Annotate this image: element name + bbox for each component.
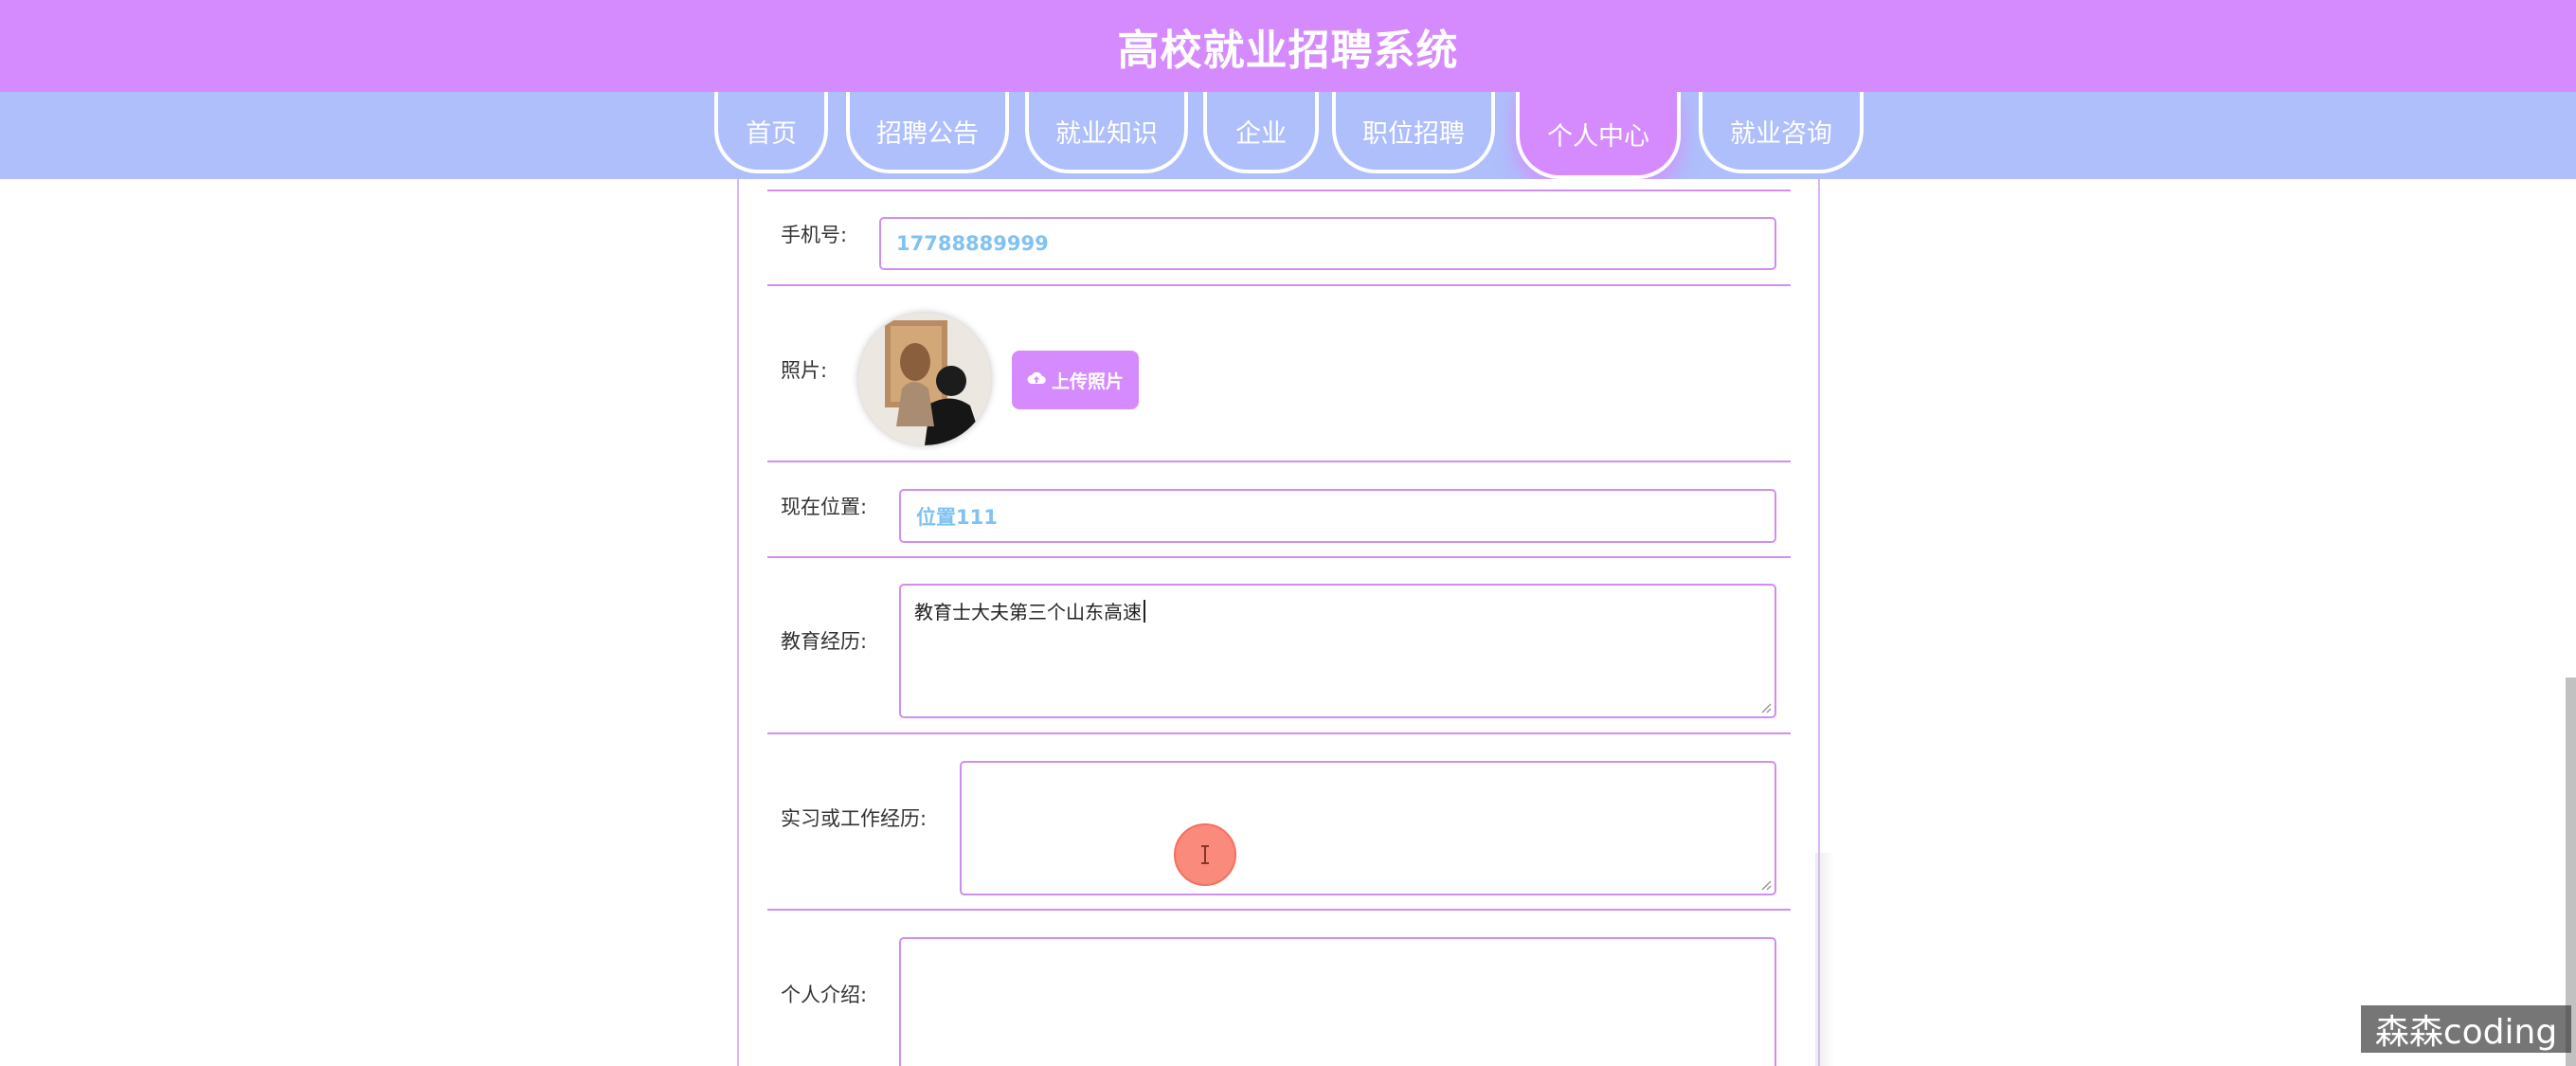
photo-label: 照片: — [781, 359, 828, 382]
location-label: 现在位置: — [781, 496, 868, 518]
divider — [767, 284, 1791, 286]
upload-photo-label: 上传照片 — [1051, 370, 1124, 392]
main-nav: 首页 招聘公告 就业知识 企业 职位招聘 个人中心 就业咨询 — [0, 92, 2576, 179]
text-cursor-icon — [1201, 845, 1209, 864]
watermark-text: 森森coding — [2374, 1013, 2558, 1052]
watermark: 森森coding — [2361, 1005, 2571, 1053]
education-textarea[interactable]: 教育士大夫第三个山东高速 — [899, 584, 1776, 718]
nav-tab-label: 职位招聘 — [1362, 118, 1465, 149]
nav-tab-announcements[interactable]: 招聘公告 — [846, 92, 1009, 173]
nav-tab-jobs[interactable]: 职位招聘 — [1332, 92, 1495, 173]
profile-form: 手机号: 17788889999 照片: 上传照片 现在位置: 位置111 教育… — [737, 179, 1820, 1066]
cursor-highlight — [1174, 823, 1236, 886]
divider — [767, 461, 1791, 462]
site-title: 高校就业招聘系统 — [1117, 26, 1459, 75]
education-value: 教育士大夫第三个山东高速 — [914, 601, 1142, 623]
phone-value: 17788889999 — [896, 232, 1049, 255]
nav-tab-personal-center[interactable]: 个人中心 — [1516, 92, 1681, 179]
text-caret — [1144, 599, 1145, 623]
location-input[interactable]: 位置111 — [899, 489, 1776, 543]
education-text: 教育士大夫第三个山东高速 — [914, 597, 1145, 624]
cloud-upload-icon — [1027, 370, 1046, 390]
nav-tab-home[interactable]: 首页 — [714, 92, 828, 173]
intro-label: 个人介绍: — [781, 984, 868, 1006]
divider — [767, 556, 1791, 558]
upload-photo-button[interactable]: 上传照片 — [1012, 351, 1139, 409]
nav-tab-knowledge[interactable]: 就业知识 — [1025, 92, 1188, 173]
nav-tab-enterprise[interactable]: 企业 — [1203, 92, 1319, 173]
divider — [767, 732, 1791, 734]
divider — [767, 190, 1791, 191]
site-header: 高校就业招聘系统 — [0, 0, 2576, 92]
panel-shadow — [1815, 853, 1834, 1066]
phone-label: 手机号: — [781, 224, 848, 246]
phone-input[interactable]: 17788889999 — [879, 217, 1776, 270]
avatar-photo — [858, 313, 991, 445]
nav-tab-label: 首页 — [746, 118, 797, 149]
nav-tab-label: 企业 — [1235, 118, 1287, 149]
resize-handle-icon[interactable] — [1758, 700, 1772, 714]
nav-tab-label: 个人中心 — [1547, 121, 1649, 152]
nav-tab-label: 就业知识 — [1055, 118, 1158, 149]
divider — [767, 909, 1791, 911]
education-label: 教育经历: — [781, 630, 868, 653]
intro-textarea[interactable] — [899, 937, 1776, 1066]
avatar — [858, 313, 991, 445]
experience-textarea[interactable] — [960, 761, 1776, 895]
nav-tab-label: 就业咨询 — [1730, 118, 1832, 149]
experience-label: 实习或工作经历: — [781, 807, 928, 830]
nav-tab-consulting[interactable]: 就业咨询 — [1699, 92, 1864, 173]
resize-handle-icon[interactable] — [1758, 877, 1772, 891]
nav-tab-label: 招聘公告 — [876, 118, 979, 149]
location-value: 位置111 — [916, 505, 998, 529]
